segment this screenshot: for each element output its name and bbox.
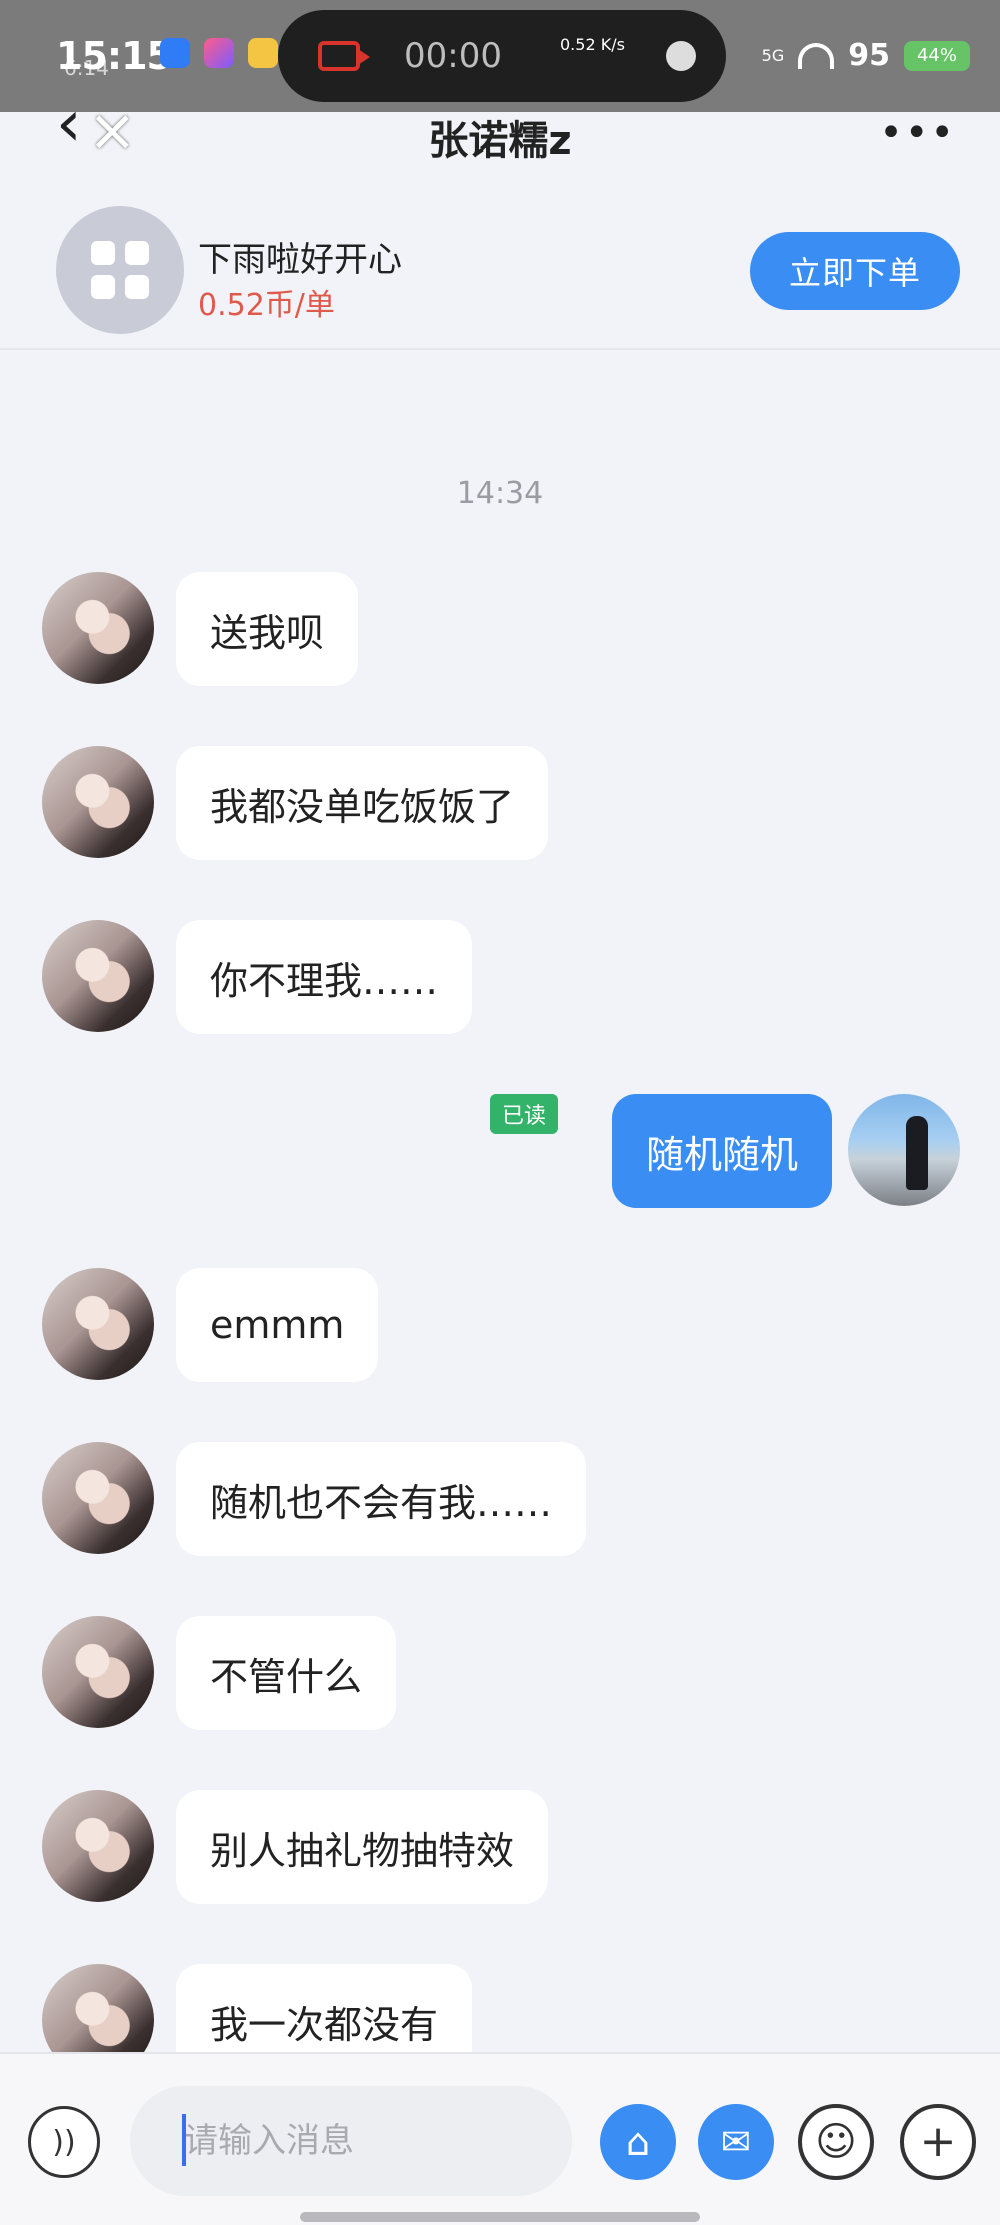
- message-row: 别人抽礼物抽特效: [0, 1790, 1000, 1904]
- chat-timestamp: 14:34: [456, 476, 544, 511]
- gift-icon[interactable]: ⌂: [600, 2104, 676, 2180]
- alarm-icon: [666, 41, 696, 71]
- message-row: 随机也不会有我……: [0, 1442, 1000, 1556]
- service-grid-icon: [56, 206, 184, 334]
- battery-level: 95: [848, 38, 890, 73]
- voice-icon[interactable]: )): [28, 2106, 100, 2178]
- video-camera-icon: [318, 41, 370, 71]
- network-type: 5G: [761, 46, 785, 65]
- message-bubble[interactable]: 随机也不会有我……: [176, 1442, 587, 1556]
- order-now-button[interactable]: 立即下单: [750, 232, 960, 310]
- battery-icon: 44%: [904, 40, 970, 71]
- message-row: emmm: [0, 1268, 1000, 1382]
- more-options-icon[interactable]: •••: [879, 110, 956, 156]
- message-input[interactable]: [130, 2086, 572, 2196]
- home-indicator[interactable]: [300, 2212, 700, 2222]
- message-row: 我一次都没有: [0, 1964, 1000, 2052]
- my-avatar[interactable]: [848, 1094, 960, 1206]
- contact-avatar[interactable]: [42, 920, 154, 1032]
- message-bubble[interactable]: 我一次都没有: [176, 1964, 473, 2052]
- my-message-bubble[interactable]: 随机随机: [611, 1094, 832, 1208]
- message-bubble[interactable]: emmm: [176, 1268, 379, 1382]
- message-bubble[interactable]: 我都没单吃饭饭了: [176, 746, 549, 860]
- contact-avatar[interactable]: [42, 1442, 154, 1554]
- message-bubble[interactable]: 你不理我……: [176, 920, 473, 1034]
- page-title: 张诺糯z: [428, 118, 572, 164]
- status-time-small: 6:14: [64, 56, 109, 80]
- order-card[interactable]: 下雨啦好开心 0.52币/单 立即下单: [0, 196, 1000, 350]
- message-bubble[interactable]: 送我呗: [176, 572, 359, 686]
- network-speed: 0.52 K/s: [560, 35, 625, 54]
- battery-small-label: 44%: [916, 45, 957, 66]
- order-service-name: 下雨啦好开心: [198, 240, 402, 280]
- contact-avatar[interactable]: [42, 1268, 154, 1380]
- wifi-icon: [798, 42, 835, 69]
- contact-avatar[interactable]: [42, 1616, 154, 1728]
- read-status-badge: 已读: [490, 1094, 558, 1134]
- input-bar: )) ⌂ ✉ ☺ +: [0, 2052, 1000, 2225]
- close-icon[interactable]: ×: [88, 96, 137, 164]
- screen-recording-pill[interactable]: 00:00: [278, 10, 726, 102]
- contact-avatar[interactable]: [42, 572, 154, 684]
- recording-timer: 00:00: [404, 36, 502, 76]
- message-bubble[interactable]: 不管什么: [176, 1616, 397, 1730]
- video-app-icon: [204, 38, 234, 68]
- text-caret: [182, 2114, 186, 2166]
- meeting-app-icon: [160, 38, 190, 68]
- contact-avatar[interactable]: [42, 1790, 154, 1902]
- cartoon-app-icon: [248, 38, 278, 68]
- message-row: 不管什么: [0, 1616, 1000, 1730]
- emoji-icon[interactable]: ☺: [798, 2104, 874, 2180]
- message-row: 送我呗: [0, 572, 1000, 686]
- red-packet-icon[interactable]: ✉: [698, 2104, 774, 2180]
- status-right-icons: 5G 95 44%: [762, 38, 970, 73]
- message-row: 你不理我……: [0, 920, 1000, 1034]
- message-row: 已读 随机随机: [0, 1094, 1000, 1208]
- message-bubble[interactable]: 别人抽礼物抽特效: [176, 1790, 549, 1904]
- order-price: 0.52币/单: [198, 288, 335, 323]
- message-row: 我都没单吃饭饭了: [0, 746, 1000, 860]
- contact-avatar[interactable]: [42, 1964, 154, 2052]
- contact-avatar[interactable]: [42, 746, 154, 858]
- plus-icon[interactable]: +: [900, 2104, 976, 2180]
- status-bar: 15:15 6:14 00:00 0.52 K/s 5G 95 44%: [0, 0, 1000, 112]
